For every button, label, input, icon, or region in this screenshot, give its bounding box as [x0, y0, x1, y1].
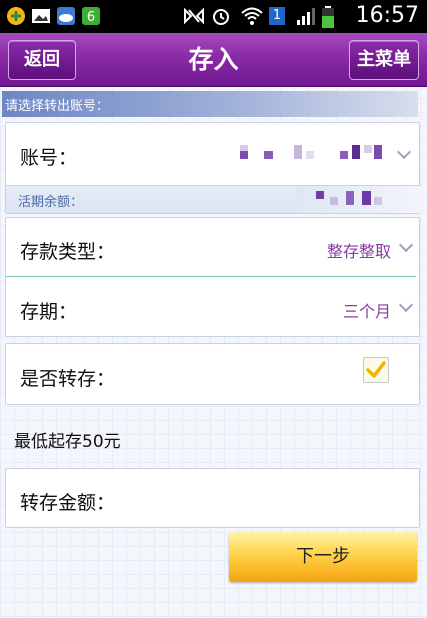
account-label: 账号：: [20, 147, 78, 169]
image-notification-icon: [31, 6, 51, 26]
wifi-icon: [241, 6, 263, 26]
battery-icon: [322, 6, 334, 28]
signal-strength-icon: [296, 6, 316, 26]
account-selector[interactable]: 账号：: [6, 123, 419, 185]
auto-renew-label: 是否转存：: [20, 368, 116, 390]
amount-input[interactable]: [136, 477, 406, 519]
amount-label: 转存金额：: [20, 492, 116, 514]
deposit-type-selector[interactable]: 存款类型： 整存整取: [6, 218, 419, 276]
account-number-masked: [236, 145, 391, 161]
deposit-options-card: 存款类型： 整存整取 存期： 三个月: [5, 217, 420, 337]
term-selector[interactable]: 存期： 三个月: [6, 277, 419, 335]
deposit-type-value: 整存整取: [326, 242, 391, 261]
amount-card: 转存金额：: [5, 468, 420, 528]
chevron-down-icon: [396, 144, 412, 160]
term-value: 三个月: [342, 302, 391, 321]
svg-text:6: 6: [87, 10, 95, 25]
clock: 16:57: [355, 3, 419, 28]
term-label: 存期：: [20, 301, 78, 323]
deposit-type-label: 存款类型：: [20, 241, 116, 263]
main-menu-button[interactable]: 主菜单: [349, 40, 419, 80]
balance-row: 活期余额：: [6, 185, 421, 214]
minimum-deposit-note: 最低起存50元: [14, 432, 121, 452]
auto-renew-card: 是否转存：: [5, 343, 420, 405]
app-notification-icon: [6, 6, 26, 26]
chevron-down-icon: [398, 237, 414, 253]
next-step-button[interactable]: 下一步: [229, 532, 417, 582]
alarm-icon: [211, 6, 231, 26]
nfc-icon: [183, 6, 204, 26]
section-header: 请选择转出账号：: [2, 91, 418, 117]
section-header-label: 请选择转出账号：: [5, 99, 110, 114]
auto-renew-checkbox[interactable]: [363, 357, 389, 383]
balance-masked: [296, 186, 421, 213]
sim-badge: 1: [269, 7, 285, 25]
status-bar: 6 1 16:57: [0, 0, 427, 33]
chevron-down-icon: [398, 297, 414, 313]
account-card: 账号： 活期余额：: [5, 122, 421, 214]
app-store-notification-icon: 6: [81, 6, 101, 26]
balance-label: 活期余额：: [18, 195, 84, 210]
checkmark-icon: [366, 361, 386, 378]
title-bar: 存入 返回 主菜单: [0, 33, 427, 87]
weather-notification-icon: [56, 6, 76, 26]
back-button[interactable]: 返回: [8, 40, 76, 80]
